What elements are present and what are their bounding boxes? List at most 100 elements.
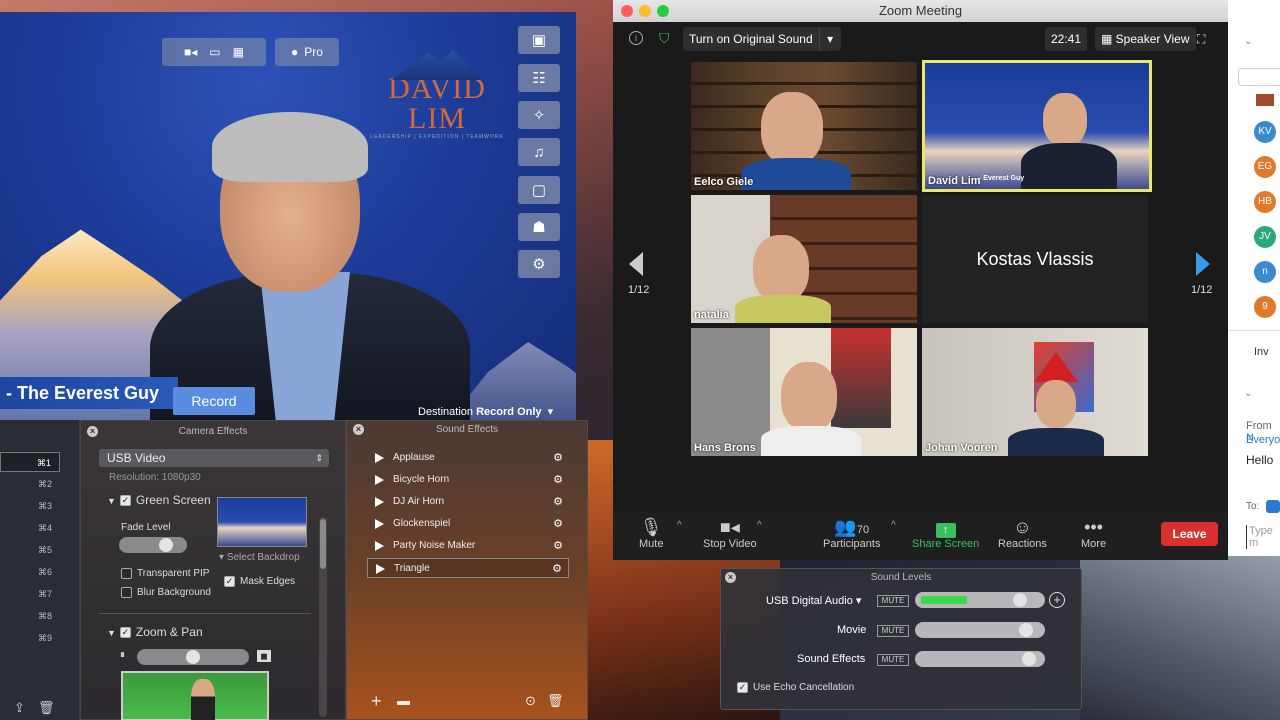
share-screen-button[interactable]: ↑ Share Screen	[912, 516, 979, 550]
info-icon[interactable]: i	[629, 31, 643, 45]
fade-level-slider[interactable]	[119, 537, 187, 553]
gear-icon[interactable]: ⚙	[553, 470, 563, 490]
mute-button[interactable]: 🎙 Mute	[639, 516, 663, 550]
play-icon[interactable]	[375, 475, 384, 485]
sound-effect-item[interactable]: Bicycle Horn ⚙	[367, 470, 569, 490]
usb-mute-button[interactable]: MUTE	[877, 595, 909, 607]
scrollbar[interactable]	[319, 517, 327, 717]
mask-edges-row[interactable]: ✓ Mask Edges	[224, 576, 295, 587]
backdrop-thumbnail[interactable]	[217, 497, 307, 547]
chevron-down-icon[interactable]: ⌄	[1244, 36, 1252, 47]
chevron-down-icon[interactable]: ▾	[818, 27, 841, 51]
usb-volume-knob[interactable]	[1013, 593, 1027, 607]
share-icon[interactable]: ⇪	[14, 700, 25, 716]
settings-tool-button[interactable]: ⚙	[518, 250, 560, 278]
blur-background-row[interactable]: Blur Background	[121, 587, 211, 598]
camera-icon[interactable]: ■◂	[184, 45, 197, 59]
echo-cancellation-checkbox[interactable]: ✓	[737, 682, 748, 693]
participant-tile[interactable]: natalia	[691, 195, 917, 323]
zoom-pan-checkbox[interactable]: ✓	[119, 627, 131, 639]
minimize-window-button[interactable]	[639, 5, 651, 17]
add-folder-icon[interactable]: ▬	[397, 693, 410, 708]
shortcut-4[interactable]: ⌘4	[0, 518, 60, 538]
movie-mute-button[interactable]: MUTE	[877, 625, 909, 637]
original-sound-button[interactable]: Turn on Original Sound ▾	[683, 27, 841, 51]
movie-volume-knob[interactable]	[1019, 623, 1033, 637]
sfx-volume-slider[interactable]	[915, 651, 1045, 667]
effects-tool-button[interactable]: ✧	[518, 101, 560, 129]
speaker-view-button[interactable]: ▦ Speaker View	[1095, 27, 1196, 51]
gear-icon[interactable]: ⚙	[553, 448, 563, 468]
close-icon[interactable]: ×	[87, 426, 98, 437]
mask-edges-checkbox[interactable]: ✓	[224, 576, 235, 587]
next-page-icon[interactable]	[1196, 252, 1210, 276]
fullscreen-icon[interactable]: ⛶	[1197, 32, 1205, 47]
movie-volume-slider[interactable]	[915, 622, 1045, 638]
prev-page-icon[interactable]	[629, 252, 643, 276]
usb-volume-slider[interactable]	[915, 592, 1045, 608]
blur-background-checkbox[interactable]	[121, 587, 132, 598]
participant-tile[interactable]: Eelco Giele	[691, 62, 917, 190]
chevron-up-icon[interactable]: ^	[677, 520, 682, 531]
gear-icon[interactable]: ⚙	[553, 492, 563, 512]
trash-icon[interactable]: 🗑	[547, 693, 564, 709]
close-icon[interactable]: ×	[725, 572, 736, 583]
shortcut-6[interactable]: ⌘6	[0, 562, 60, 582]
reactions-button[interactable]: ☺ Reactions	[998, 516, 1047, 550]
sound-effect-item[interactable]: Glockenspiel ⚙	[367, 514, 569, 534]
gear-icon[interactable]: ⚙	[552, 559, 562, 579]
close-icon[interactable]: ×	[353, 424, 364, 435]
echo-cancellation-row[interactable]: ✓ Use Echo Cancellation	[737, 682, 854, 693]
shortcut-9[interactable]: ⌘9	[0, 628, 60, 648]
video-source-select[interactable]: USB Video ⇕	[99, 449, 329, 467]
usb-audio-selector[interactable]: USB Digital Audio ▾	[766, 594, 861, 607]
stop-icon[interactable]: ⊙	[525, 693, 536, 709]
close-window-button[interactable]	[621, 5, 633, 17]
participant-avatar[interactable]: 9	[1254, 296, 1276, 318]
zoom-knob[interactable]	[186, 650, 200, 664]
participant-avatar[interactable]: HB	[1254, 191, 1276, 213]
participant-tile[interactable]: Johan Vooren	[922, 328, 1148, 456]
chevron-up-icon[interactable]: ^	[757, 520, 762, 531]
participant-avatar[interactable]: EG	[1254, 156, 1276, 178]
zoom-window-button[interactable]	[657, 5, 669, 17]
invite-button[interactable]: Inv	[1254, 346, 1269, 358]
shortcut-5[interactable]: ⌘5	[0, 540, 60, 560]
play-icon[interactable]	[375, 541, 384, 551]
participant-avatar[interactable]: KV	[1254, 121, 1276, 143]
play-icon[interactable]	[375, 519, 384, 529]
gear-icon[interactable]: ⚙	[553, 536, 563, 556]
fade-level-knob[interactable]	[159, 538, 173, 552]
sound-effect-item[interactable]: Applause ⚙	[367, 448, 569, 468]
participant-tile-active-speaker[interactable]: - Everest Guy David Lim	[922, 60, 1152, 192]
green-screen-row[interactable]: ▼ ✓ Green Screen	[107, 493, 211, 507]
screen-icon[interactable]: ▭	[209, 45, 220, 59]
participant-tile[interactable]: Hans Brons	[691, 328, 917, 456]
shortcut-7[interactable]: ⌘7	[0, 584, 60, 604]
add-icon[interactable]: +	[371, 691, 382, 712]
source-switcher[interactable]: ■◂ ▭ ▦	[162, 38, 266, 66]
sfx-mute-button[interactable]: MUTE	[877, 654, 909, 666]
participants-button[interactable]: 👥70 Participants	[823, 516, 880, 550]
play-icon[interactable]	[375, 453, 384, 463]
recipient-dropdown[interactable]	[1266, 500, 1280, 513]
disclosure-icon[interactable]: ▼	[107, 628, 116, 638]
search-input[interactable]	[1238, 68, 1280, 86]
transparent-pip-checkbox[interactable]	[121, 568, 132, 579]
film-icon[interactable]: ▦	[233, 45, 244, 59]
shield-icon[interactable]: ⛉	[659, 30, 670, 47]
shortcut-3[interactable]: ⌘3	[0, 496, 60, 516]
sound-effect-item[interactable]: Party Noise Maker ⚙	[367, 536, 569, 556]
chat-input[interactable]: Type m	[1246, 525, 1280, 549]
pro-mode-button[interactable]: ● Pro	[275, 38, 339, 66]
chevron-down-icon[interactable]: ⌄	[1244, 388, 1252, 399]
participant-tile-video-off[interactable]: Kostas Vlassis	[922, 195, 1148, 323]
sound-effect-item[interactable]: Triangle ⚙	[367, 558, 569, 578]
scrollbar-thumb[interactable]	[320, 519, 326, 569]
presenter-tool-button[interactable]: ☗	[518, 213, 560, 241]
stop-video-button[interactable]: ■◂ Stop Video	[703, 516, 757, 550]
chevron-up-icon[interactable]: ^	[891, 520, 896, 531]
shortcut-8[interactable]: ⌘8	[0, 606, 60, 626]
sound-effect-item[interactable]: DJ Air Horn ⚙	[367, 492, 569, 512]
record-button[interactable]: Record	[173, 387, 255, 415]
